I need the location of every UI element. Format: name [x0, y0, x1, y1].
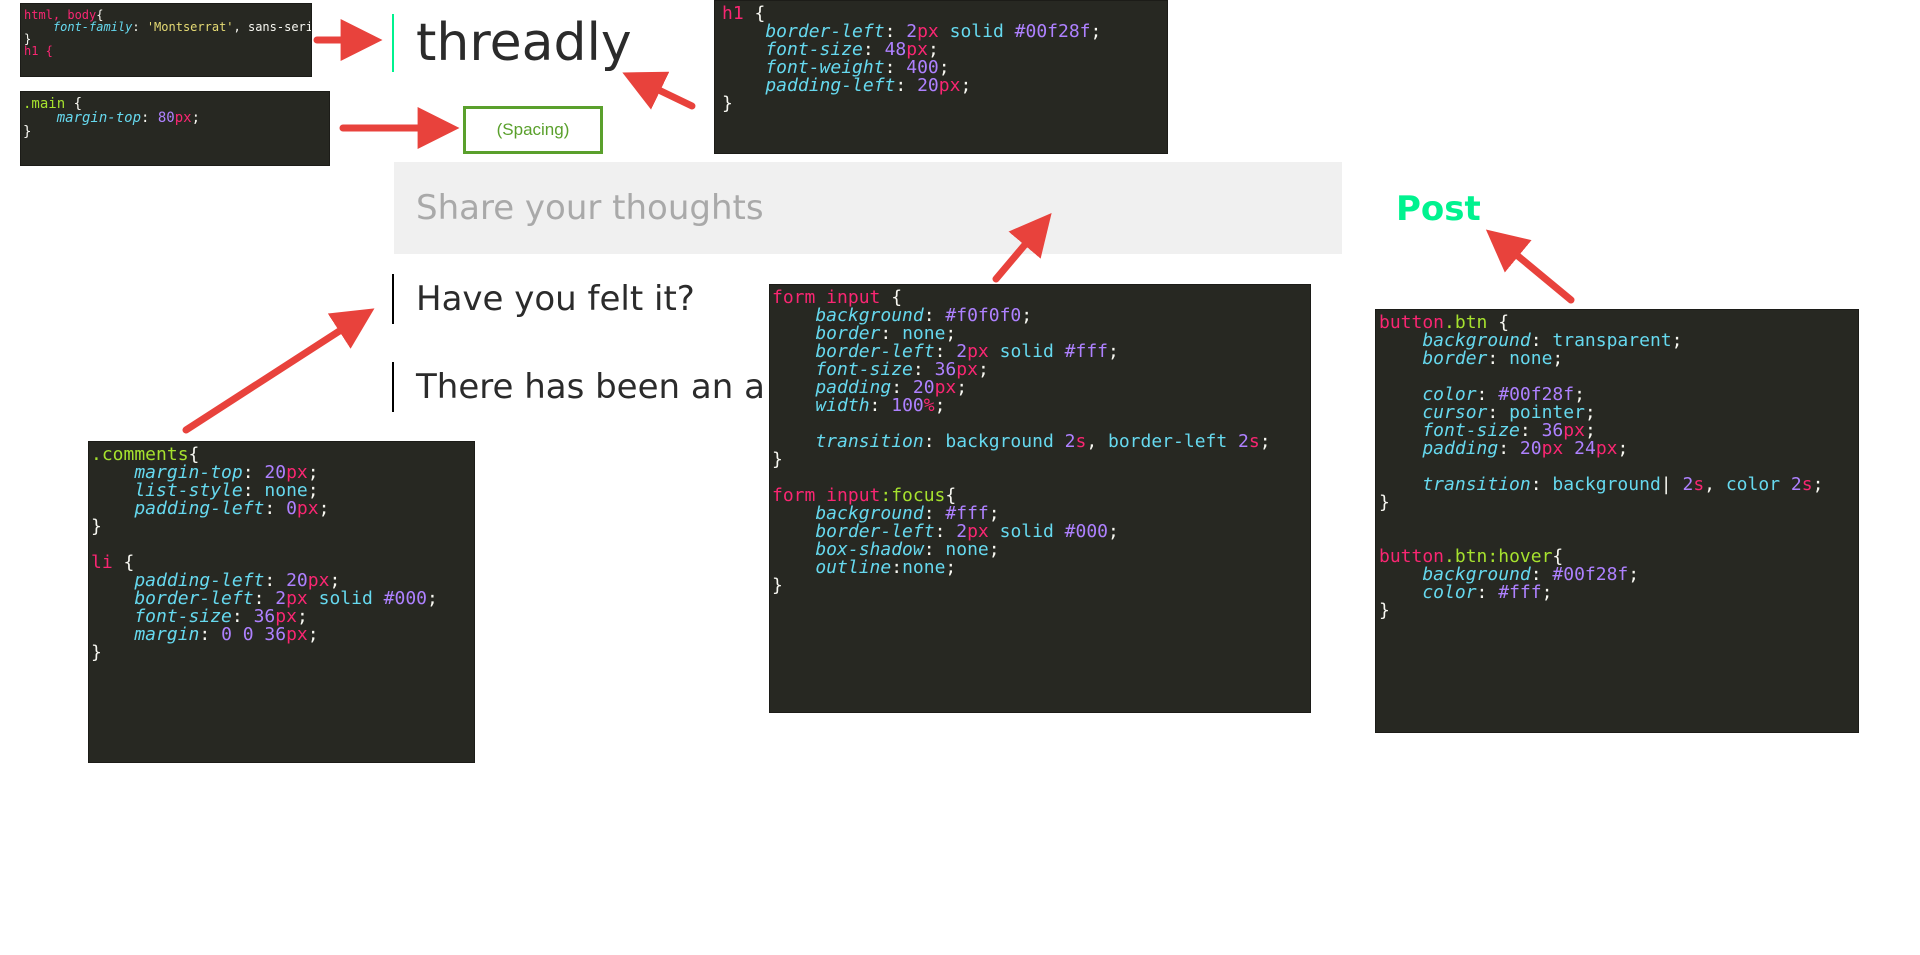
- code-snippet-body-font: html, body{ font-family: 'Montserrat', s…: [20, 3, 312, 77]
- arrow-h1-to-title: [622, 71, 696, 110]
- comment-item: Have you felt it?: [392, 274, 695, 324]
- code-line: border-left: 2px solid #00f28f;: [722, 21, 1102, 42]
- code-line: color: #00f28f;: [1379, 384, 1585, 405]
- code-line: h1 {: [722, 3, 766, 24]
- comment-item: There has been an a: [392, 362, 772, 412]
- code-line: html, body{: [24, 8, 104, 22]
- code-line: list-style: none;: [91, 480, 319, 501]
- code-snippet-h1: h1 { border-left: 2px solid #00f28f; fon…: [714, 0, 1168, 154]
- code-snippet-comments: .comments{ margin-top: 20px; list-style:…: [88, 441, 475, 763]
- code-line: button.btn:hover{: [1379, 546, 1564, 567]
- code-snippet-main: .main { margin-top: 80px;}: [20, 91, 330, 166]
- code-snippet-button: button.btn { background: transparent; bo…: [1375, 309, 1859, 733]
- code-line: margin-top: 80px;: [23, 110, 201, 126]
- code-line: border-left: 2px solid #000;: [772, 521, 1119, 542]
- code-line: font-family: 'Montserrat', sans-serif;: [24, 20, 311, 34]
- post-button[interactable]: Post: [1380, 178, 1497, 240]
- code-line: border: none;: [772, 323, 957, 344]
- code-line: font-weight: 400;: [722, 57, 950, 78]
- code-line: .main {: [23, 96, 83, 112]
- code-line: border-left: 2px solid #000;: [91, 588, 438, 609]
- code-line: background: #00f28f;: [1379, 564, 1640, 585]
- code-line: cursor: pointer;: [1379, 402, 1596, 423]
- code-line: padding-left: 20px;: [722, 75, 972, 96]
- code-line: form input:focus{: [772, 485, 957, 506]
- code-line: transition: background 2s, border-left 2…: [772, 431, 1271, 452]
- spacing-annotation: (Spacing): [463, 106, 603, 154]
- page-title: threadly: [392, 14, 632, 72]
- code-line: outline:none;: [772, 557, 957, 578]
- code-line: border-left: 2px solid #fff;: [772, 341, 1119, 362]
- code-line: padding-left: 0px;: [91, 498, 330, 519]
- thought-input[interactable]: [394, 162, 1342, 254]
- code-line: background: transparent;: [1379, 330, 1683, 351]
- code-line: button.btn {: [1379, 312, 1510, 333]
- code-line: width: 100%;: [772, 395, 946, 416]
- code-line: font-size: 36px;: [1379, 420, 1596, 441]
- arrow-comments-code-to-list: [182, 308, 375, 434]
- code-line: li {: [91, 552, 135, 573]
- code-line: padding: 20px;: [772, 377, 968, 398]
- code-line: transition: background| 2s, color 2s;: [1379, 474, 1824, 495]
- code-line: padding-left: 20px;: [91, 570, 341, 591]
- code-snippet-form-input: form input { background: #f0f0f0; border…: [769, 284, 1311, 713]
- code-line: background: #fff;: [772, 503, 1000, 524]
- code-line: form input {: [772, 287, 903, 308]
- code-line: padding: 20px 24px;: [1379, 438, 1629, 459]
- code-line: background: #f0f0f0;: [772, 305, 1033, 326]
- code-line: margin-top: 20px;: [91, 462, 319, 483]
- code-line: h1 {: [24, 44, 53, 58]
- code-line: margin: 0 0 36px;: [91, 624, 319, 645]
- arrow-button-code-to-post: [1485, 229, 1575, 304]
- code-line: .comments{: [91, 444, 200, 465]
